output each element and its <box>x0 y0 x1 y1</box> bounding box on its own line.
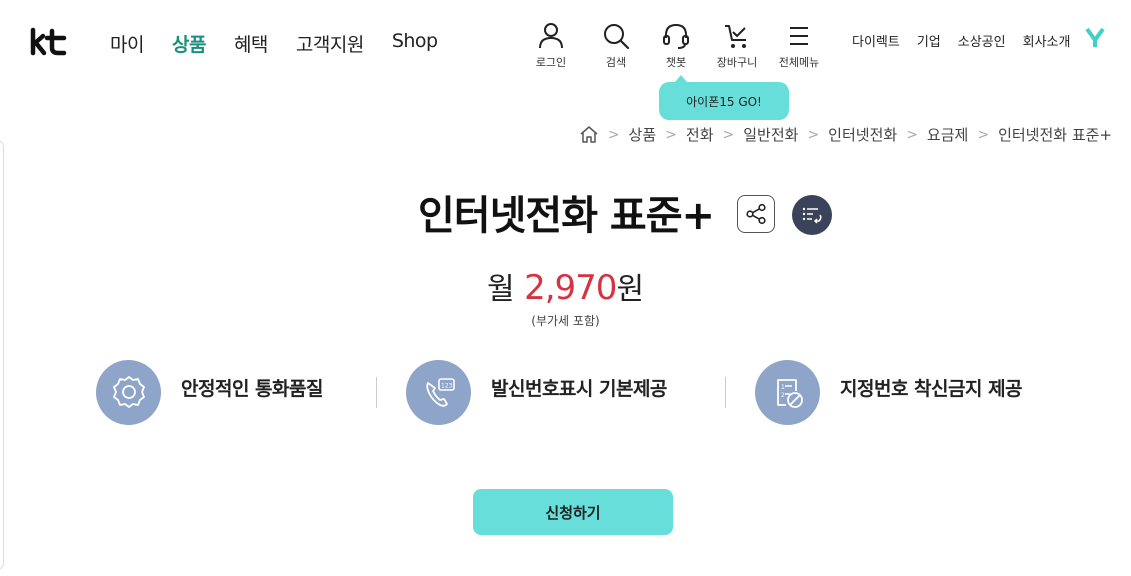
quality-badge-icon <box>112 375 145 408</box>
svg-text:2: 2 <box>781 392 785 399</box>
list-return-icon <box>802 207 822 224</box>
block-number-icon: 1 2 <box>776 378 803 408</box>
feature-divider <box>725 377 726 408</box>
nav-benefits[interactable]: 혜택 <box>234 30 268 57</box>
cart-label: 장바구니 <box>716 56 758 69</box>
kt-logo[interactable] <box>30 26 68 58</box>
breadcrumb-item[interactable]: 일반전화 <box>743 124 798 145</box>
nav-support[interactable]: 고객지원 <box>296 30 364 57</box>
search-button[interactable]: 검색 <box>585 22 647 70</box>
feature-icon-circle <box>96 360 161 425</box>
feature-text: 안정적인 통화품질 <box>181 378 323 400</box>
all-menu-label: 전체메뉴 <box>778 56 820 69</box>
chatbot-label: 챗봇 <box>665 56 687 69</box>
price-value: 2,970 <box>524 268 617 308</box>
search-label: 검색 <box>605 56 627 69</box>
feature-block-number: 1 2 지정번호 착신금지 제공 <box>755 360 1023 425</box>
caller-id-icon: 123 <box>425 377 455 407</box>
price-line: 월 2,970원 <box>0 264 1131 308</box>
top-links: 다이렉트 기업 소상공인 회사소개 <box>852 31 1070 50</box>
breadcrumb-item[interactable]: 상품 <box>629 124 657 145</box>
breadcrumb: > 상품 > 전화 > 일반전화 > 인터넷전화 > 요금제 > 인터넷전화 표… <box>579 124 1112 145</box>
link-business[interactable]: 기업 <box>917 31 941 50</box>
nav-my[interactable]: 마이 <box>110 30 144 57</box>
breadcrumb-separator-icon: > <box>722 126 735 143</box>
breadcrumb-item[interactable]: 전화 <box>686 124 714 145</box>
feature-icon-circle: 123 <box>406 360 471 425</box>
breadcrumb-separator-icon: > <box>906 126 918 143</box>
side-panel-edge <box>0 140 4 570</box>
vat-note: (부가세 포함) <box>531 314 600 328</box>
share-icon <box>746 203 766 225</box>
feature-caller-id: 123 발신번호표시 기본제공 <box>406 360 667 425</box>
login-button[interactable]: 로그인 <box>520 22 582 70</box>
feature-divider <box>376 377 377 408</box>
feature-icon-circle: 1 2 <box>755 360 820 425</box>
feature-text: 지정번호 착신금지 제공 <box>840 378 1023 400</box>
feature-quality: 안정적인 통화품질 <box>96 360 323 425</box>
nav-shop[interactable]: Shop <box>392 30 438 57</box>
headset-icon <box>663 23 689 49</box>
user-icon <box>539 23 563 49</box>
share-button[interactable] <box>737 195 775 233</box>
product-title: 인터넷전화 표준+ <box>418 193 715 239</box>
link-company[interactable]: 회사소개 <box>1023 31 1071 50</box>
svg-text:123: 123 <box>441 382 453 389</box>
cart-button[interactable]: 장바구니 <box>706 22 768 70</box>
breadcrumb-item[interactable]: 인터넷전화 <box>828 124 897 145</box>
breadcrumb-separator-icon: > <box>807 126 820 143</box>
menu-icon <box>790 27 808 45</box>
list-back-button[interactable] <box>792 195 832 235</box>
link-direct[interactable]: 다이렉트 <box>852 31 900 50</box>
chatbot-button[interactable]: 챗봇 <box>645 22 707 70</box>
breadcrumb-separator-icon: > <box>665 126 677 143</box>
price-prefix: 월 <box>486 272 515 307</box>
all-menu-button[interactable]: 전체메뉴 <box>768 22 830 70</box>
price-unit: 원 <box>616 272 645 307</box>
nav-products[interactable]: 상품 <box>172 30 206 57</box>
breadcrumb-item[interactable]: 요금제 <box>927 124 968 145</box>
breadcrumb-current: 인터넷전화 표준+ <box>998 126 1112 144</box>
svg-text:1: 1 <box>781 384 785 391</box>
login-label: 로그인 <box>535 56 567 69</box>
main-navigation: 마이 상품 혜택 고객지원 Shop <box>110 30 438 57</box>
search-icon <box>604 24 630 50</box>
apply-button[interactable]: 신청하기 <box>473 489 673 535</box>
feature-text: 발신번호표시 기본제공 <box>491 378 667 400</box>
breadcrumb-separator-icon: > <box>977 126 990 143</box>
cart-icon <box>725 25 746 48</box>
y-brand-icon[interactable] <box>1085 27 1105 49</box>
breadcrumb-separator-icon: > <box>607 126 620 143</box>
promo-tooltip-text: 아이폰15 GO! <box>686 94 762 109</box>
promo-tooltip[interactable]: 아이폰15 GO! <box>659 75 789 120</box>
link-small-business[interactable]: 소상공인 <box>958 31 1006 50</box>
home-icon[interactable] <box>579 125 599 144</box>
